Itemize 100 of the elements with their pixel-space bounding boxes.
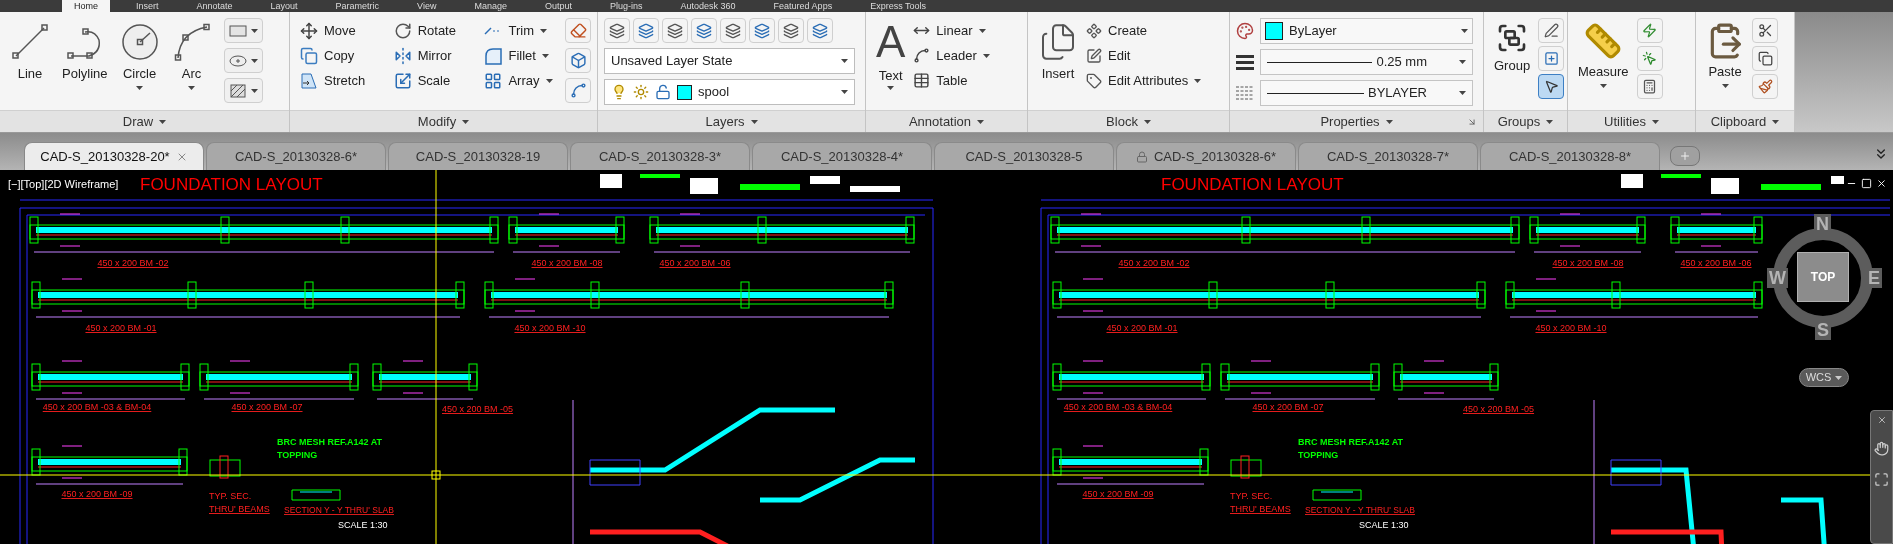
caret-icon (841, 59, 848, 63)
tool-button[interactable]: Leader (913, 43, 990, 68)
ribbon-tab[interactable]: Plug-ins (598, 0, 655, 12)
tool-button[interactable]: Rotate (393, 18, 465, 43)
mesh-note: BRC MESH REF.A142 AT (1298, 437, 1404, 447)
ribbon-tab[interactable]: Featured Apps (761, 0, 845, 12)
tool-button[interactable]: Trim (484, 18, 561, 43)
ribbon-tab[interactable]: Autodesk 360 (668, 0, 748, 12)
insert-button[interactable]: Insert (1034, 18, 1082, 84)
tool-button[interactable]: Scale (393, 68, 465, 93)
ucs-menu[interactable]: WCS (1799, 368, 1849, 387)
panel-title-button[interactable]: Modify (417, 111, 470, 132)
new-tab-button[interactable] (1670, 146, 1700, 166)
layers-icon (667, 22, 683, 39)
color-dropdown[interactable]: ByLayer (1260, 18, 1473, 44)
scale-label: SCALE 1:30 (1359, 520, 1409, 530)
tool-button[interactable]: Array (484, 68, 561, 93)
file-tab[interactable]: CAD-S_20130328-8* (1480, 142, 1660, 170)
drawing-title: FOUNDATION LAYOUT (1161, 175, 1344, 194)
line-icon (10, 22, 50, 62)
tool-button[interactable]: Linear (913, 18, 990, 43)
text-tool-button[interactable]: A Text (872, 18, 910, 90)
ribbon-tab[interactable]: Manage (462, 0, 519, 12)
tool-button[interactable]: Create (1086, 18, 1202, 43)
icon-button[interactable] (1538, 74, 1565, 99)
zoom-extents-icon[interactable] (1874, 472, 1889, 487)
stretch-icon (300, 71, 318, 90)
ellipse-dropdown[interactable] (223, 48, 263, 73)
section-note: THRU' BEAMS (209, 504, 270, 514)
close-icon[interactable] (1876, 178, 1887, 189)
ribbon-tab[interactable]: Insert (124, 0, 171, 12)
panel-title-button[interactable]: Utilities (1604, 111, 1659, 132)
tool-button[interactable]: Copy (300, 43, 374, 68)
panel-title-button[interactable]: Annotation (908, 111, 985, 132)
file-tab[interactable]: CAD-S_20130328-5 (934, 142, 1114, 170)
caret-icon (250, 28, 258, 33)
ribbon-tab[interactable]: Home (62, 0, 110, 12)
lineweight-dropdown[interactable]: 0.25 mm (1260, 49, 1473, 75)
tool-button[interactable]: Fillet (484, 43, 561, 68)
ribbon-tab[interactable]: Express Tools (858, 0, 938, 12)
ribbon-tab[interactable]: View (405, 0, 449, 12)
beam-label: 450 x 200 BM -10 (1535, 323, 1607, 333)
hatch-dropdown[interactable] (223, 78, 263, 103)
restore-icon[interactable] (1861, 178, 1872, 189)
caret-icon (1194, 78, 1202, 83)
tool-button[interactable]: Edit (1086, 43, 1202, 68)
pan-hand-icon[interactable] (1874, 441, 1889, 456)
file-tab[interactable]: CAD-S_20130328-3* (570, 142, 750, 170)
section-note: TYP. SEC. (1230, 491, 1273, 501)
linetype-dropdown[interactable]: BYLAYER (1260, 80, 1473, 106)
caret-icon (188, 85, 196, 90)
panel-title-button[interactable]: Layers (705, 111, 758, 132)
ribbon-tab[interactable]: Output (533, 0, 585, 12)
ribbon-tab[interactable]: Annotate (184, 0, 245, 12)
file-tab[interactable]: CAD-S_20130328-7* (1298, 142, 1478, 170)
pointer-click-icon (1642, 51, 1658, 66)
file-tab[interactable]: CAD-S_20130328-6* (1116, 142, 1296, 170)
ribbon-tab[interactable]: Layout (258, 0, 310, 12)
paste-button[interactable]: Paste (1702, 18, 1748, 88)
measure-button[interactable]: Measure (1574, 18, 1633, 88)
layer-dropdown[interactable]: spool (604, 79, 855, 105)
tool-button[interactable]: Circle (115, 18, 164, 90)
caret-icon (250, 58, 258, 63)
lightbulb-icon (611, 84, 627, 100)
drawing-title: FOUNDATION LAYOUT (140, 175, 323, 194)
tool-button[interactable]: Move (300, 18, 374, 43)
pen-icon (1543, 23, 1559, 38)
caret-icon (539, 28, 547, 33)
group-button[interactable]: Group (1490, 18, 1535, 76)
file-tab[interactable]: CAD-S_20130328-19 (388, 142, 568, 170)
tool-button[interactable]: Line (6, 18, 54, 84)
ribbon-tab[interactable]: Parametric (323, 0, 392, 12)
layers-icon (609, 22, 625, 39)
panel-title-button[interactable]: Block (1106, 111, 1151, 132)
file-tab[interactable]: CAD-S_20130328-20* (24, 142, 204, 170)
tool-button[interactable]: Polyline (58, 18, 112, 84)
tool-button[interactable]: Table (913, 68, 990, 93)
beam-label: 450 x 200 BM -02 (97, 258, 169, 268)
file-tab[interactable]: CAD-S_20130328-6* (206, 142, 386, 170)
panel-title-button[interactable]: Clipboard (1710, 111, 1780, 132)
grid-icon (484, 71, 503, 90)
caret-icon (1721, 83, 1729, 88)
tool-button[interactable]: Mirror (393, 43, 465, 68)
panel-title-button[interactable]: Groups (1497, 111, 1554, 132)
dashed-lines-icon (1236, 85, 1254, 101)
rectangle-dropdown[interactable] (223, 18, 263, 43)
viewport-controls[interactable]: [−][Top][2D Wireframe] (8, 176, 119, 193)
tool-button[interactable]: Arc (167, 18, 216, 90)
panel-title-button[interactable]: Draw (122, 111, 167, 132)
panel-title-button[interactable]: Properties (1320, 111, 1393, 132)
dialog-launcher-icon[interactable] (1467, 117, 1477, 127)
caret-icon (887, 85, 895, 90)
file-tab[interactable]: CAD-S_20130328-4* (752, 142, 932, 170)
caret-icon (978, 28, 986, 33)
ellipse-icon (228, 53, 247, 68)
line-sample-icon (1267, 61, 1373, 63)
layer-state-dropdown[interactable]: Unsaved Layer State (604, 48, 855, 74)
tool-button[interactable]: Edit Attributes (1086, 68, 1202, 93)
tool-button[interactable]: Stretch (300, 68, 374, 93)
section-title: SECTION Y - Y THRU' SLAB (1305, 505, 1415, 515)
